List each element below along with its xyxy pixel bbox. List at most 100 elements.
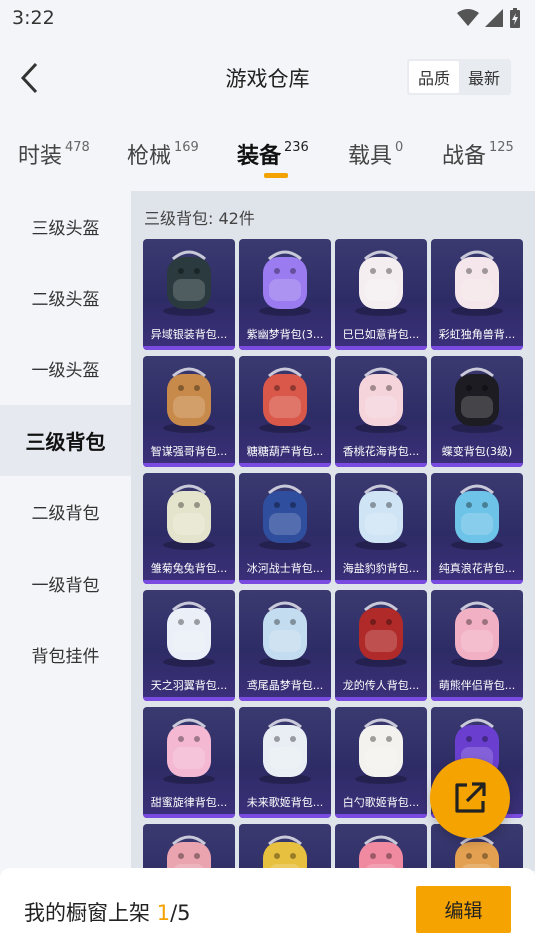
item-card[interactable]: 未来歌姬背包...	[239, 707, 331, 818]
item-name: 萌熊伴侣背包...	[438, 679, 516, 692]
status-time: 3:22	[12, 7, 55, 29]
sidebar-item-level3-helmet[interactable]: 三级头盔	[0, 191, 131, 262]
tab-vehicles[interactable]: 载具 0	[348, 138, 403, 170]
tab-count: 0	[395, 140, 404, 155]
share-button[interactable]	[430, 758, 510, 838]
pink-cat-backpack-icon	[359, 835, 403, 871]
tab-count: 236	[284, 140, 309, 155]
pink-bear-backpack-icon	[451, 601, 503, 667]
item-name: 鸢尾晶梦背包...	[246, 679, 324, 692]
item-name: 海盐豹豹背包...	[342, 562, 420, 575]
item-card[interactable]: 香桃花海背包...	[335, 356, 427, 467]
item-name: 智谋强哥背包...	[150, 445, 228, 458]
tab-label: 装备	[237, 144, 282, 169]
item-card[interactable]: 紫幽梦背包(3...	[239, 239, 331, 350]
sort-toggle: 品质 最新	[407, 59, 511, 95]
pink-backpack-icon	[167, 835, 211, 871]
tab-count: 125	[489, 140, 514, 155]
item-name: 糖糖葫芦背包...	[246, 445, 324, 458]
sidebar-item-level2-backpack[interactable]: 二级背包	[0, 476, 131, 547]
dark-tech-backpack-icon	[163, 250, 215, 316]
tab-label: 时装	[18, 144, 63, 169]
red-dragon-backpack-icon	[355, 601, 407, 667]
item-card[interactable]: 甜蜜旋律背包...	[143, 707, 235, 818]
sidebar-item-level1-helmet[interactable]: 一级头盔	[0, 333, 131, 404]
item-card[interactable]: 异域银装背包...	[143, 239, 235, 350]
purple-flower-backpack-icon	[259, 250, 311, 316]
item-card[interactable]: 巳巳如意背包...	[335, 239, 427, 350]
item-name: 异域银装背包...	[150, 328, 228, 341]
showcase-prefix: 我的橱窗上架	[24, 901, 157, 925]
item-card[interactable]: 彩虹独角兽背...	[431, 239, 523, 350]
red-mask-backpack-icon	[259, 367, 311, 433]
status-icons	[457, 8, 521, 28]
bottom-bar: 我的橱窗上架 1/5 编辑	[0, 868, 535, 951]
tab-fashion[interactable]: 时装 478	[18, 138, 90, 170]
sidebar-item-backpack-charm[interactable]: 背包挂件	[0, 619, 131, 690]
active-tab-indicator	[264, 173, 288, 178]
tab-weapons[interactable]: 枪械 169	[127, 138, 199, 170]
sidebar: 三级头盔 二级头盔 一级头盔 三级背包 二级背包 一级背包 背包挂件	[0, 191, 131, 871]
daisy-backpack-icon	[163, 484, 215, 550]
black-butterfly-backpack-icon	[451, 367, 503, 433]
sidebar-item-level1-backpack[interactable]: 一级背包	[0, 548, 131, 619]
status-bar: 3:22	[0, 0, 535, 36]
tab-label: 枪械	[127, 144, 172, 169]
item-card[interactable]: 天之羽翼背包...	[143, 590, 235, 701]
item-card[interactable]	[335, 824, 427, 871]
drink-backpack-icon	[451, 484, 503, 550]
showcase-total: /5	[170, 901, 191, 925]
tab-count: 169	[174, 140, 199, 155]
tab-label: 战备	[442, 144, 487, 169]
sort-quality-button[interactable]: 品质	[409, 61, 459, 93]
tab-label: 载具	[348, 144, 393, 169]
item-name: 冰河战士背包...	[246, 562, 324, 575]
item-name: 未来歌姬背包...	[246, 796, 324, 809]
item-name: 纯真浪花背包...	[438, 562, 516, 575]
wing-backpack-icon	[163, 601, 215, 667]
item-card[interactable]: 冰河战士背包...	[239, 473, 331, 584]
item-name: 甜蜜旋律背包...	[150, 796, 228, 809]
white-snake-backpack-icon	[355, 250, 407, 316]
bear-backpack-icon	[163, 367, 215, 433]
pink-flower-backpack-icon	[355, 367, 407, 433]
white-doll-backpack-icon	[259, 718, 311, 784]
crystal-backpack-icon	[259, 601, 311, 667]
sidebar-item-level3-backpack[interactable]: 三级背包	[0, 405, 131, 476]
item-card[interactable]: 鸢尾晶梦背包...	[239, 590, 331, 701]
category-tabs: 时装 478 枪械 169 装备 236 载具 0 战备 125	[0, 120, 535, 190]
item-card[interactable]: 龙的传人背包...	[335, 590, 427, 701]
item-name: 彩虹独角兽背...	[438, 328, 516, 341]
item-card[interactable]: 萌熊伴侣背包...	[431, 590, 523, 701]
section-label: 三级背包: 42件	[144, 209, 255, 228]
item-card[interactable]	[239, 824, 331, 871]
item-card[interactable]: 蝶变背包(3级)	[431, 356, 523, 467]
showcase-current: 1	[156, 901, 171, 925]
header: 游戏仓库 品质 最新	[0, 36, 535, 120]
yellow-backpack-icon	[263, 835, 307, 871]
item-name: 天之羽翼背包...	[150, 679, 228, 692]
tab-equipment[interactable]: 装备 236	[237, 138, 309, 170]
share-icon	[455, 782, 486, 813]
edit-button[interactable]: 编辑	[416, 886, 511, 933]
item-card[interactable]: 智谋强哥背包...	[143, 356, 235, 467]
item-card[interactable]	[143, 824, 235, 871]
item-name: 紫幽梦背包(3...	[246, 328, 324, 341]
unicorn-backpack-icon	[451, 250, 503, 316]
item-card[interactable]: 糖糖葫芦背包...	[239, 356, 331, 467]
item-card[interactable]: 纯真浪花背包...	[431, 473, 523, 584]
tab-count: 478	[65, 140, 90, 155]
item-name: 白勺歌姬背包...	[342, 796, 420, 809]
item-name: 巳巳如意背包...	[342, 328, 420, 341]
seal-backpack-icon	[355, 484, 407, 550]
signal-icon	[485, 9, 503, 27]
item-card[interactable]: 海盐豹豹背包...	[335, 473, 427, 584]
item-card[interactable]: 白勺歌姬背包...	[335, 707, 427, 818]
item-card[interactable]: 雏菊兔兔背包...	[143, 473, 235, 584]
white-bun-backpack-icon	[355, 718, 407, 784]
blue-robot-backpack-icon	[259, 484, 311, 550]
sort-newest-button[interactable]: 最新	[459, 61, 509, 93]
item-name: 香桃花海背包...	[342, 445, 420, 458]
sidebar-item-level2-helmet[interactable]: 二级头盔	[0, 262, 131, 333]
tab-supplies[interactable]: 战备 125	[442, 138, 514, 170]
